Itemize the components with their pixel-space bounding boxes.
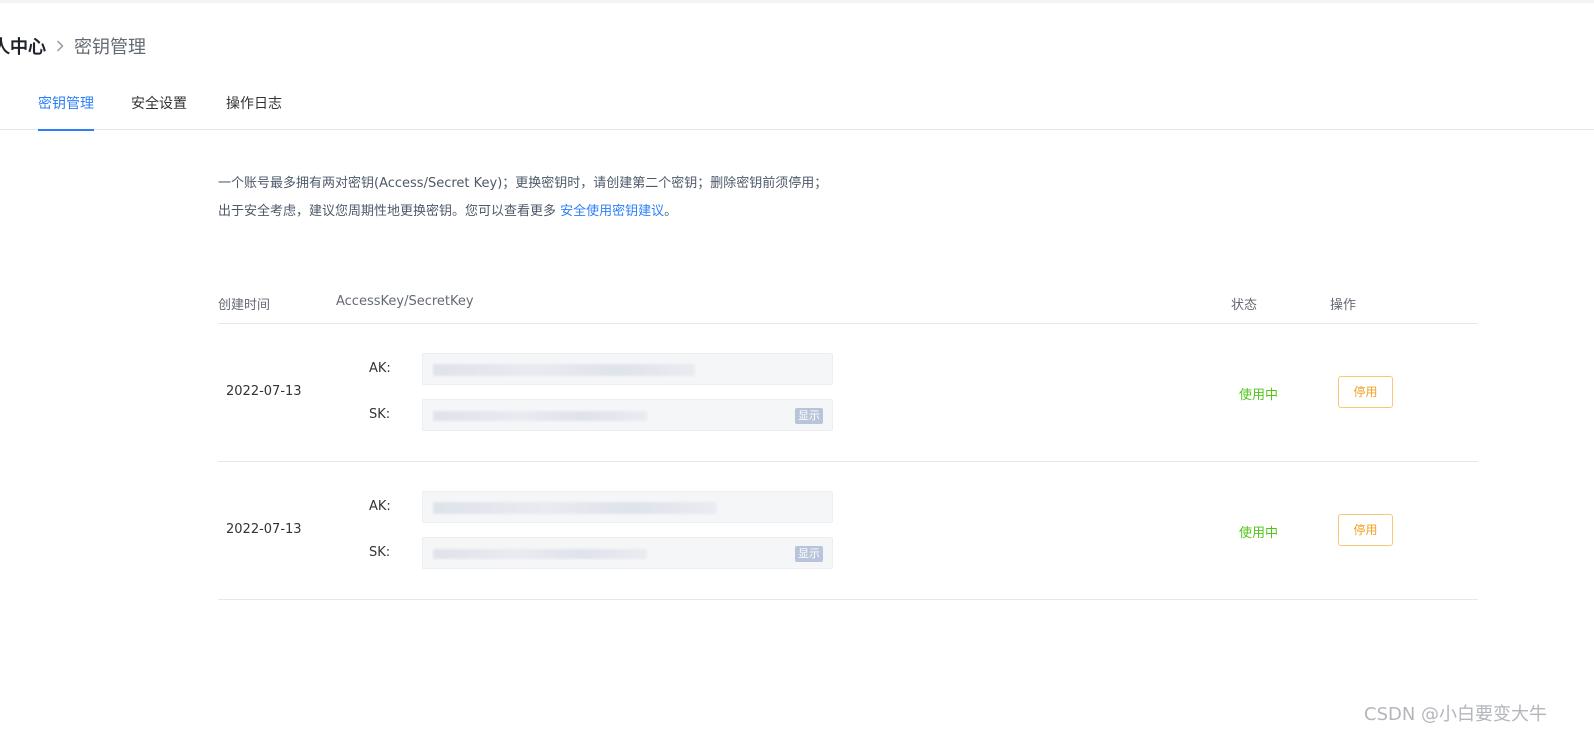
tab-security-settings[interactable]: 安全设置 xyxy=(131,94,187,130)
sk-label: SK: xyxy=(369,407,391,422)
tab-operation-log[interactable]: 操作日志 xyxy=(226,94,282,130)
breadcrumb-root[interactable]: 人中心 xyxy=(0,33,46,59)
masked-secret-key xyxy=(433,411,647,421)
masked-secret-key xyxy=(433,549,647,559)
tab-bar: 密钥管理 安全设置 操作日志 xyxy=(0,80,1594,131)
tab-key-management[interactable]: 密钥管理 xyxy=(38,94,94,131)
disable-button[interactable]: 停用 xyxy=(1338,514,1393,546)
secret-key-field[interactable]: 显示 xyxy=(422,537,833,569)
breadcrumb-current: 密钥管理 xyxy=(74,37,146,58)
watermark: CSDN @小白要变大牛 xyxy=(1364,704,1548,725)
table-header: 创建时间 AccessKey/SecretKey 状态 操作 xyxy=(218,282,1478,324)
masked-access-key xyxy=(433,502,717,514)
access-key-field[interactable] xyxy=(422,353,833,385)
table-row: 2022-07-13 AK: SK: 显示 使用中 停用 xyxy=(218,324,1478,462)
ak-label: AK: xyxy=(369,499,391,514)
header-status: 状态 xyxy=(1231,298,1258,313)
show-secret-button[interactable]: 显示 xyxy=(795,546,823,562)
create-date: 2022-07-13 xyxy=(226,384,302,399)
table-row: 2022-07-13 AK: SK: 显示 使用中 停用 xyxy=(218,462,1478,600)
notice-end: 。 xyxy=(664,204,678,219)
key-table: 创建时间 AccessKey/SecretKey 状态 操作 2022-07-1… xyxy=(218,282,1478,600)
show-secret-button[interactable]: 显示 xyxy=(795,408,823,424)
secret-key-field[interactable]: 显示 xyxy=(422,399,833,431)
security-advice-link[interactable]: 安全使用密钥建议 xyxy=(560,204,664,219)
masked-access-key xyxy=(433,364,695,376)
top-divider xyxy=(0,0,1594,3)
disable-button[interactable]: 停用 xyxy=(1338,376,1393,408)
header-keys: AccessKey/SecretKey xyxy=(336,294,474,309)
status-badge: 使用中 xyxy=(1239,388,1279,403)
create-date: 2022-07-13 xyxy=(226,522,302,537)
status-badge: 使用中 xyxy=(1239,526,1279,541)
notice-text: 一个账号最多拥有两对密钥(Access/Secret Key)；更换密钥时，请创… xyxy=(218,176,828,219)
sk-label: SK: xyxy=(369,545,391,560)
key-notice: 一个账号最多拥有两对密钥(Access/Secret Key)；更换密钥时，请创… xyxy=(218,170,838,226)
breadcrumb: 人中心 密钥管理 xyxy=(0,34,146,58)
header-create-time: 创建时间 xyxy=(218,298,271,313)
header-operation: 操作 xyxy=(1330,298,1357,313)
ak-label: AK: xyxy=(369,361,391,376)
access-key-field[interactable] xyxy=(422,491,833,523)
chevron-right-icon xyxy=(56,40,64,52)
